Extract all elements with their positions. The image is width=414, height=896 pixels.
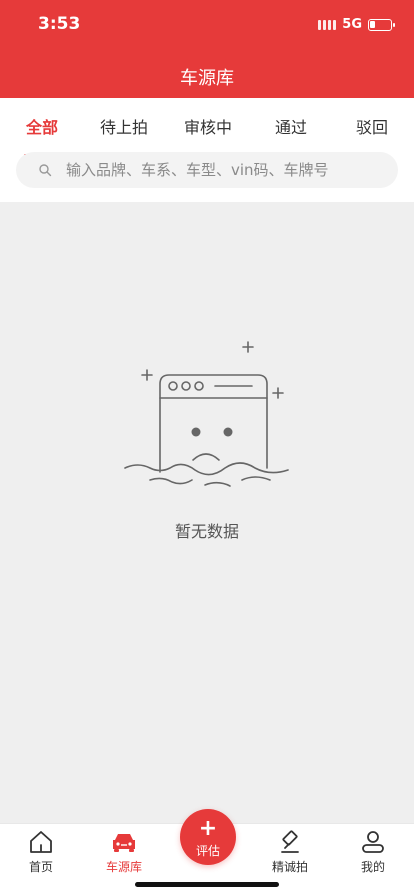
- tabbar-label-car-source: 车源库: [105, 860, 142, 874]
- tabbar-label-home: 首页: [28, 860, 53, 874]
- search-bar[interactable]: [16, 152, 398, 188]
- page-title: 车源库: [180, 68, 234, 89]
- app-header: 3:53 5G 车源库: [0, 0, 414, 98]
- tabbar-label-mine: 我的: [360, 860, 385, 874]
- home-icon: [30, 831, 52, 853]
- tab-under-review[interactable]: 审核中: [184, 114, 232, 138]
- user-icon: [362, 831, 384, 853]
- home-indicator: [135, 882, 279, 887]
- tabbar-item-mine[interactable]: 我的: [338, 830, 408, 875]
- network-type: 5G: [342, 17, 362, 32]
- tab-pending-auction[interactable]: 待上拍: [100, 114, 148, 138]
- tabbar-item-home[interactable]: 首页: [6, 830, 76, 875]
- search-input[interactable]: [66, 161, 366, 179]
- gavel-icon: [281, 830, 299, 853]
- tab-all[interactable]: 全部: [26, 114, 58, 138]
- tab-rejected[interactable]: 驳回: [356, 114, 388, 138]
- status-time: 3:53: [38, 14, 81, 34]
- status-tabs: 全部 待上拍 审核中 通过 驳回: [0, 114, 414, 157]
- tabbar-label-auction: 精诚拍: [271, 860, 308, 874]
- signal-icon: [318, 19, 337, 30]
- empty-state-icon: [124, 341, 289, 487]
- evaluate-button[interactable]: + 评估: [180, 809, 236, 865]
- car-icon: [113, 834, 135, 852]
- tabbar-item-auction[interactable]: 精诚拍: [255, 830, 325, 875]
- empty-state-text: 暂无数据: [174, 522, 239, 541]
- battery-icon: [368, 18, 395, 31]
- plus-icon: +: [198, 816, 218, 841]
- tabbar-item-car-source[interactable]: 车源库: [89, 830, 159, 875]
- search-icon: [39, 164, 52, 177]
- tab-approved[interactable]: 通过: [275, 114, 307, 138]
- evaluate-label: 评估: [195, 844, 220, 858]
- status-indicators: 5G: [318, 17, 395, 32]
